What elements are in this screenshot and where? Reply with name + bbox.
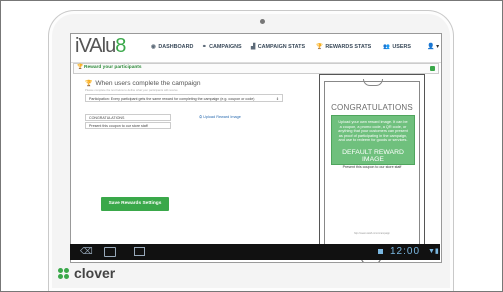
form-hint: Please complete the text below to define… <box>85 88 178 92</box>
mobile-preview: CONGRATULATIONS Upload your own reward i… <box>319 74 425 262</box>
upload-reward-image-label: Upload Reward Image <box>203 115 241 119</box>
trophy-icon: 🏆 <box>85 81 93 87</box>
wifi-battery-icon: ▼▮ <box>428 248 439 255</box>
preview-chevron <box>363 79 383 86</box>
users-icon: 👥 <box>383 44 390 50</box>
nav-dashboard-label: DASHBOARD <box>158 44 194 50</box>
form-heading: 🏆 When users complete the campaign <box>85 80 201 87</box>
preview-screen: CONGRATULATIONS Upload your own reward i… <box>324 79 420 262</box>
save-rewards-button[interactable]: Save Rewards Settings <box>101 197 169 211</box>
user-menu-dropdown[interactable]: 👤 ▾ <box>427 43 439 50</box>
nav-dashboard[interactable]: ◉ DASHBOARD <box>151 44 193 50</box>
panel-header: 🏆 Reward your participants <box>73 63 439 74</box>
back-icon[interactable]: ⌫ <box>80 246 93 257</box>
home-icon[interactable] <box>104 247 116 257</box>
upload-icon: ⛭ <box>199 115 203 119</box>
clover-brand-icon <box>58 268 70 280</box>
campaign-stats-icon: ▟ <box>251 44 256 50</box>
reward-type-select[interactable]: Participation: Every participant gets th… <box>85 94 283 102</box>
trophy-icon: 🏆 <box>316 44 323 50</box>
nav-rewards-stats[interactable]: 🏆 REWARDS STATS <box>316 44 371 50</box>
reward-coupon-field[interactable]: Present this coupon to our store staff <box>85 122 171 129</box>
top-navigation: iVAlu8 ◉ DASHBOARD ⚭ CAMPAIGNS ▟ CAMPAIG… <box>71 34 441 63</box>
panel-title: Reward your participants <box>84 65 142 70</box>
nav-users[interactable]: 👥 USERS <box>383 44 411 50</box>
preview-congrats-title: CONGRATULATIONS <box>331 103 413 112</box>
collapse-toggle-icon[interactable] <box>430 66 435 71</box>
reward-type-value: Participation: Every participant gets th… <box>89 97 255 101</box>
nav-campaign-stats[interactable]: ▟ CAMPAIGN STATS <box>251 44 305 50</box>
preview-coupon-text: Present this coupon to our store staff <box>342 165 402 169</box>
preview-reward-image: Upload your own reward image. It can be … <box>331 115 415 165</box>
reward-title-field[interactable]: CONGRATULATIONS <box>85 114 171 121</box>
upload-reward-image-button[interactable]: ⛭ Upload Reward Image <box>199 115 241 119</box>
nav-campaigns[interactable]: ⚭ CAMPAIGNS <box>202 44 242 50</box>
camera-lens <box>260 19 265 24</box>
chevron-down-icon: ⇕ <box>275 97 279 101</box>
preview-reward-label: DEFAULT REWARD IMAGE <box>342 149 404 163</box>
nav-users-label: USERS <box>392 44 411 50</box>
recent-apps-icon[interactable] <box>134 247 145 256</box>
campaigns-icon: ⚭ <box>202 44 207 50</box>
nav-campaigns-label: CAMPAIGNS <box>209 44 242 50</box>
preview-reward-text: Upload your own reward image. It can be … <box>338 120 408 143</box>
android-system-bar: ⌫ 12:00 ▼▮ <box>70 244 440 260</box>
notification-icon <box>378 249 383 254</box>
app-screen: iVAlu8 ◉ DASHBOARD ⚭ CAMPAIGNS ▟ CAMPAIG… <box>70 33 442 263</box>
form-heading-text: When users complete the campaign <box>95 80 201 87</box>
trophy-icon: 🏆 <box>77 64 84 70</box>
system-clock: 12:00 <box>390 246 421 257</box>
preview-url: http://www.ivalu8.com/c/campaign <box>353 232 390 235</box>
ivalu8-logo[interactable]: iVAlu8 <box>75 35 126 58</box>
clover-brand-logo: clover <box>74 265 116 281</box>
nav-campaign-stats-label: CAMPAIGN STATS <box>257 44 306 50</box>
dashboard-icon: ◉ <box>151 44 156 50</box>
nav-rewards-stats-label: REWARDS STATS <box>325 44 372 50</box>
